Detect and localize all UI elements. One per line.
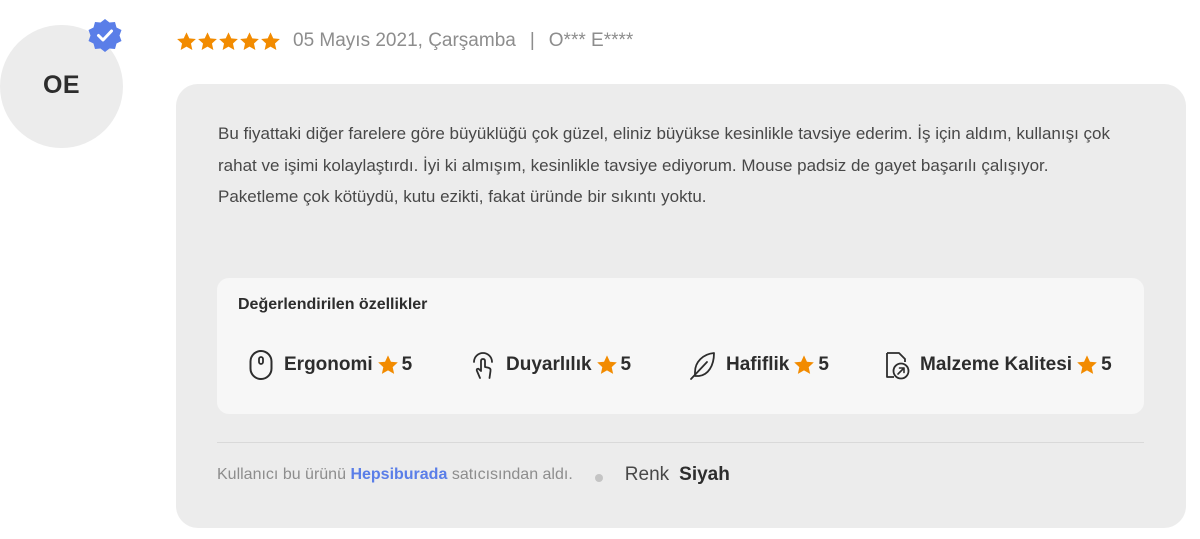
review-text: Bu fiyattaki diğer farelere göre büyüklü…	[218, 118, 1153, 213]
feature-hafiflik: Hafiflik 5	[689, 348, 829, 382]
star-icon	[1077, 355, 1097, 374]
feather-icon	[690, 352, 715, 380]
quality-badge-icon	[886, 352, 910, 380]
review-paragraph: Paketleme çok kötüydü, kutu ezikti, faka…	[218, 187, 707, 206]
star-icon	[261, 31, 280, 50]
rated-features-panel: Değerlendirilen özellikler Ergonomi 5 Du…	[217, 278, 1144, 414]
review-author: O*** E****	[548, 30, 634, 51]
avatar-initials: OE	[42, 71, 81, 99]
star-icon	[219, 31, 238, 50]
review-item: OE 05 Mayıs 2021, Çarşamba | O*** E**** …	[0, 0, 1200, 539]
feature-label: Hafiflik	[726, 354, 790, 375]
divider	[217, 442, 1144, 443]
attribute-value: Siyah	[679, 464, 730, 485]
feature-label: Duyarlılık	[506, 354, 592, 375]
feature-label: Malzeme Kalitesi	[920, 354, 1073, 375]
star-icon	[794, 355, 815, 374]
attribute-label: Renk	[624, 464, 670, 485]
header-separator: |	[529, 30, 535, 51]
feature-score: 5	[401, 354, 413, 375]
feature-label: Ergonomi	[284, 354, 373, 375]
feature-malzeme-kalitesi: Malzeme Kalitesi 5	[883, 348, 1112, 382]
purchase-suffix: satıcısından aldı.	[451, 466, 573, 483]
star-icon	[377, 355, 398, 374]
review-header: 05 Mayıs 2021, Çarşamba | O*** E****	[176, 28, 633, 54]
touch-hand-icon	[473, 352, 493, 379]
review-footer: Kullanıcı bu ürünü Hepsiburada satıcısın…	[217, 462, 730, 488]
review-paragraph: Bu fiyattaki diğer farelere göre büyüklü…	[218, 124, 1110, 175]
review-card: Bu fiyattaki diğer farelere göre büyüklü…	[176, 84, 1186, 528]
star-icon	[198, 31, 217, 50]
feature-score: 5	[818, 354, 829, 375]
footer-dot-separator	[594, 474, 603, 482]
star-icon	[177, 31, 196, 50]
review-date: 05 Mayıs 2021, Çarşamba	[293, 30, 516, 51]
star-icon	[596, 355, 617, 374]
feature-ergonomi: Ergonomi 5	[247, 348, 412, 382]
feature-duyarlilik: Duyarlılık 5	[469, 348, 631, 382]
features-title: Değerlendirilen özellikler	[238, 296, 428, 313]
rating-stars	[176, 31, 281, 52]
feature-score: 5	[620, 354, 632, 375]
star-icon	[240, 31, 259, 50]
verified-badge-icon	[88, 19, 122, 52]
feature-score: 5	[1101, 354, 1112, 375]
purchase-prefix: Kullanıcı bu ürünü	[217, 466, 346, 483]
seller-link[interactable]: Hepsiburada	[350, 466, 447, 484]
mouse-icon	[249, 350, 273, 380]
